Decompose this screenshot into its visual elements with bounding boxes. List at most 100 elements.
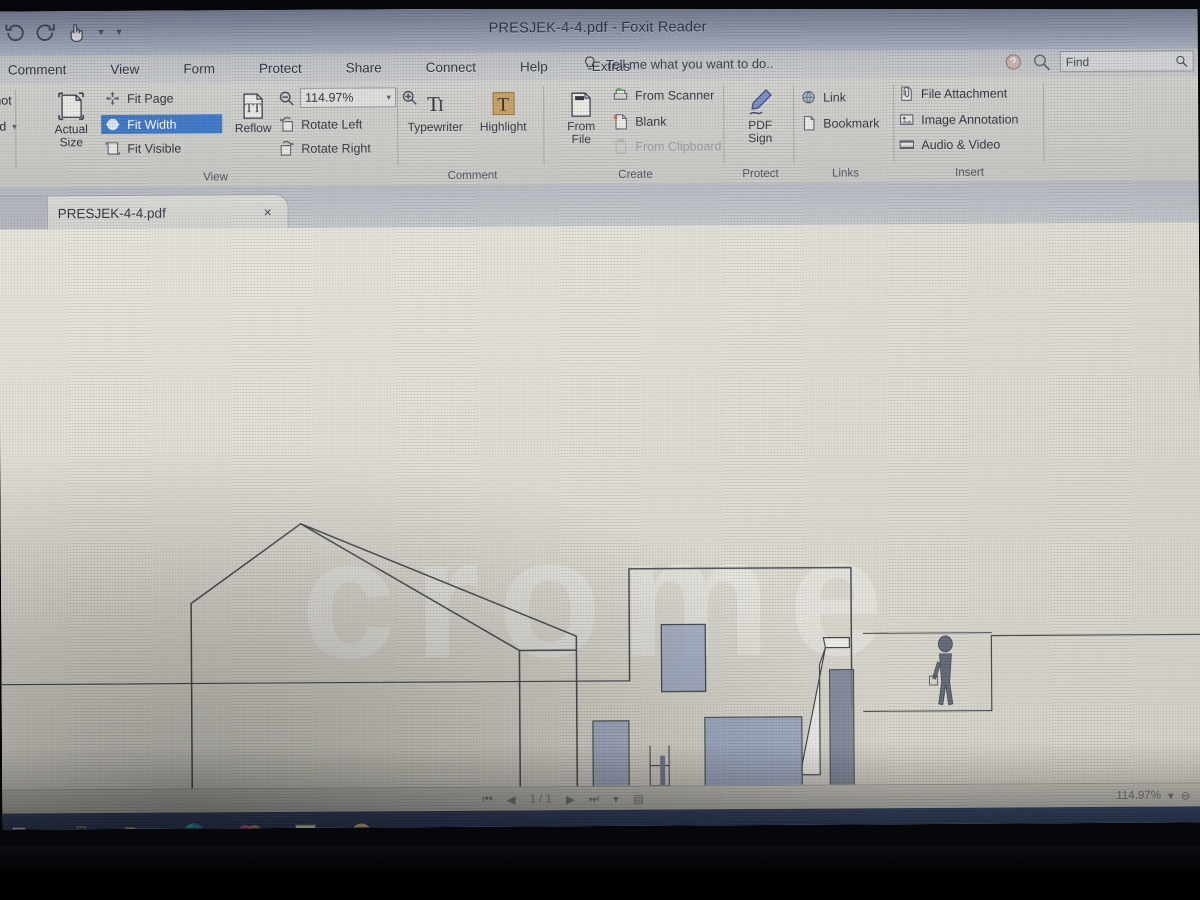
page-indicator[interactable]: 1 / 1	[530, 793, 552, 805]
chevron-down-icon[interactable]: ▾	[386, 92, 391, 103]
group-label-create: Create	[618, 168, 653, 181]
group-label-links: Links	[832, 167, 859, 180]
tell-me-search[interactable]: Tell me what you want to do..	[583, 55, 774, 73]
highlight-label: Highlight	[479, 119, 527, 134]
menu-share[interactable]: Share	[324, 60, 404, 75]
next-page-icon[interactable]: ▶	[566, 792, 575, 806]
calculator-app-icon[interactable]: Fiz	[290, 819, 320, 830]
svg-text:I: I	[438, 96, 444, 115]
fit-visible-button[interactable]: Fit Visible	[104, 140, 181, 157]
volume-icon[interactable]	[1150, 820, 1168, 830]
menu-protect[interactable]: Protect	[237, 60, 324, 76]
group-divider	[542, 86, 545, 165]
fit-width-button[interactable]: Fit Width	[101, 114, 223, 135]
find-input[interactable]: Find	[1059, 50, 1194, 73]
ribbon-group-insert: File Attachment Image Annotation Audio &…	[894, 77, 1045, 182]
battery-icon[interactable]	[1092, 820, 1110, 830]
reflow-label: Reflow	[234, 121, 272, 136]
from-scanner-button[interactable]: From Scanner	[612, 86, 714, 104]
highlight-icon: T	[487, 86, 519, 120]
briefcase-app-icon[interactable]	[66, 820, 96, 830]
first-page-icon[interactable]: ⏮	[482, 793, 492, 806]
reflow-button[interactable]: TT Reflow	[222, 88, 284, 135]
group-divider	[1042, 83, 1045, 162]
architectural-section-drawing	[1, 523, 1200, 790]
yellow-app-icon[interactable]	[346, 818, 376, 830]
clipboard-snapshot-label[interactable]: shot	[0, 94, 12, 108]
from-file-button[interactable]: From File	[550, 86, 612, 146]
tray-locale-label[interactable]: HR	[1179, 822, 1195, 829]
rotate-right-label: Rotate Right	[301, 140, 371, 156]
paint-app-icon[interactable]	[178, 819, 208, 830]
image-annotation-button[interactable]: Image Annotation	[898, 110, 1019, 128]
ribbon-group-protect: PDF Sign Protect	[726, 79, 795, 183]
media-app-icon[interactable]	[234, 819, 264, 830]
house-roof-left	[190, 523, 521, 652]
zoom-out-icon[interactable]: ⊖	[1181, 788, 1191, 802]
ribbon-group-links: Link Bookmark Links	[796, 78, 895, 183]
taskbar-app-icons: Fiz	[2, 818, 376, 830]
document-tab[interactable]: PRESJEK-4-4.pdf ×	[46, 193, 289, 231]
group-divider	[722, 85, 725, 164]
reflow-icon: TT	[237, 88, 269, 122]
link-button[interactable]: Link	[800, 88, 846, 105]
link-icon	[802, 91, 815, 104]
bookmark-icon	[803, 116, 815, 131]
previous-page-icon[interactable]: ◀	[507, 793, 516, 807]
menu-form[interactable]: Form	[161, 61, 237, 76]
link-label: Link	[823, 89, 847, 105]
fit-width-label: Fit Width	[127, 117, 177, 132]
image-annotation-label: Image Annotation	[921, 111, 1019, 127]
continuous-view-icon[interactable]: ▤	[633, 792, 644, 806]
image-annotation-icon	[899, 114, 914, 125]
menu-comment[interactable]: Comment	[0, 62, 88, 78]
blank-page-icon	[613, 114, 627, 130]
chevron-up-icon[interactable]	[1063, 820, 1081, 830]
lightbulb-icon	[585, 56, 595, 70]
system-tray: HR	[1063, 819, 1195, 830]
rotate-right-button[interactable]: Rotate Right	[278, 139, 371, 157]
fit-page-button[interactable]: Fit Page	[104, 90, 174, 107]
group-label-protect: Protect	[742, 167, 779, 181]
highlight-button[interactable]: T Highlight	[472, 86, 534, 134]
status-zoom-value: 114.97%	[1116, 789, 1161, 802]
actual-size-button[interactable]: Actual Size	[40, 89, 102, 149]
house-inner-wall	[518, 649, 522, 790]
typewriter-button[interactable]: T I Typewriter	[404, 87, 466, 134]
ribbon-group-view: Actual Size Fit Page Fit Width Fit Visib…	[32, 81, 417, 187]
svg-text:T: T	[497, 95, 509, 116]
search-icon[interactable]	[1175, 54, 1188, 67]
ribbon-group-clipboard: shot ard ▾	[0, 84, 17, 188]
pdf-sign-label-2: Sign	[748, 130, 773, 146]
folder-app-icon[interactable]	[122, 820, 152, 830]
rotate-left-button[interactable]: Rotate Left	[278, 115, 362, 133]
pdf-page-canvas[interactable]: crome	[0, 222, 1200, 790]
zoom-out-icon[interactable]	[278, 89, 295, 106]
last-page-icon[interactable]: ⏭	[589, 793, 599, 806]
chevron-down-icon[interactable]: ▾	[1168, 789, 1174, 803]
blank-button[interactable]: Blank	[612, 113, 667, 130]
audio-video-button[interactable]: Audio & Video	[898, 136, 1000, 154]
menu-help[interactable]: Help	[498, 59, 570, 74]
wifi-icon[interactable]	[1121, 820, 1139, 830]
clipboard-icon	[615, 138, 627, 154]
zoom-level-field[interactable]: 114.97% ▾	[299, 87, 397, 108]
menu-view[interactable]: View	[88, 61, 161, 76]
single-page-view-icon[interactable]: ▾	[613, 792, 619, 806]
help-circle-icon[interactable]	[1004, 52, 1023, 71]
right-upper-line	[862, 632, 992, 634]
photo-of-laptop-screen: ▼ ▼ PRESJEK-4-4.pdf - Foxit Reader Comme…	[0, 0, 1200, 900]
house-left-wall	[190, 602, 194, 790]
file-attachment-button[interactable]: File Attachment	[898, 85, 1007, 103]
close-icon[interactable]: ×	[258, 204, 278, 220]
pdf-sign-button[interactable]: PDF Sign	[729, 85, 791, 145]
scanner-icon	[613, 88, 628, 100]
bookmark-button[interactable]: Bookmark	[800, 114, 880, 131]
task-view-icon[interactable]	[10, 820, 40, 830]
file-attachment-icon	[901, 86, 912, 101]
page-navigation: ⏮ ◀ 1 / 1 ▶ ⏭ ▾ ▤	[482, 792, 644, 807]
menu-connect[interactable]: Connect	[404, 59, 498, 75]
advanced-search-icon[interactable]	[1032, 52, 1051, 71]
group-label-view: View	[203, 171, 228, 184]
ribbon-toolbar: shot ard ▾ Actual Size Fit Page Fit Widt…	[0, 76, 1199, 189]
